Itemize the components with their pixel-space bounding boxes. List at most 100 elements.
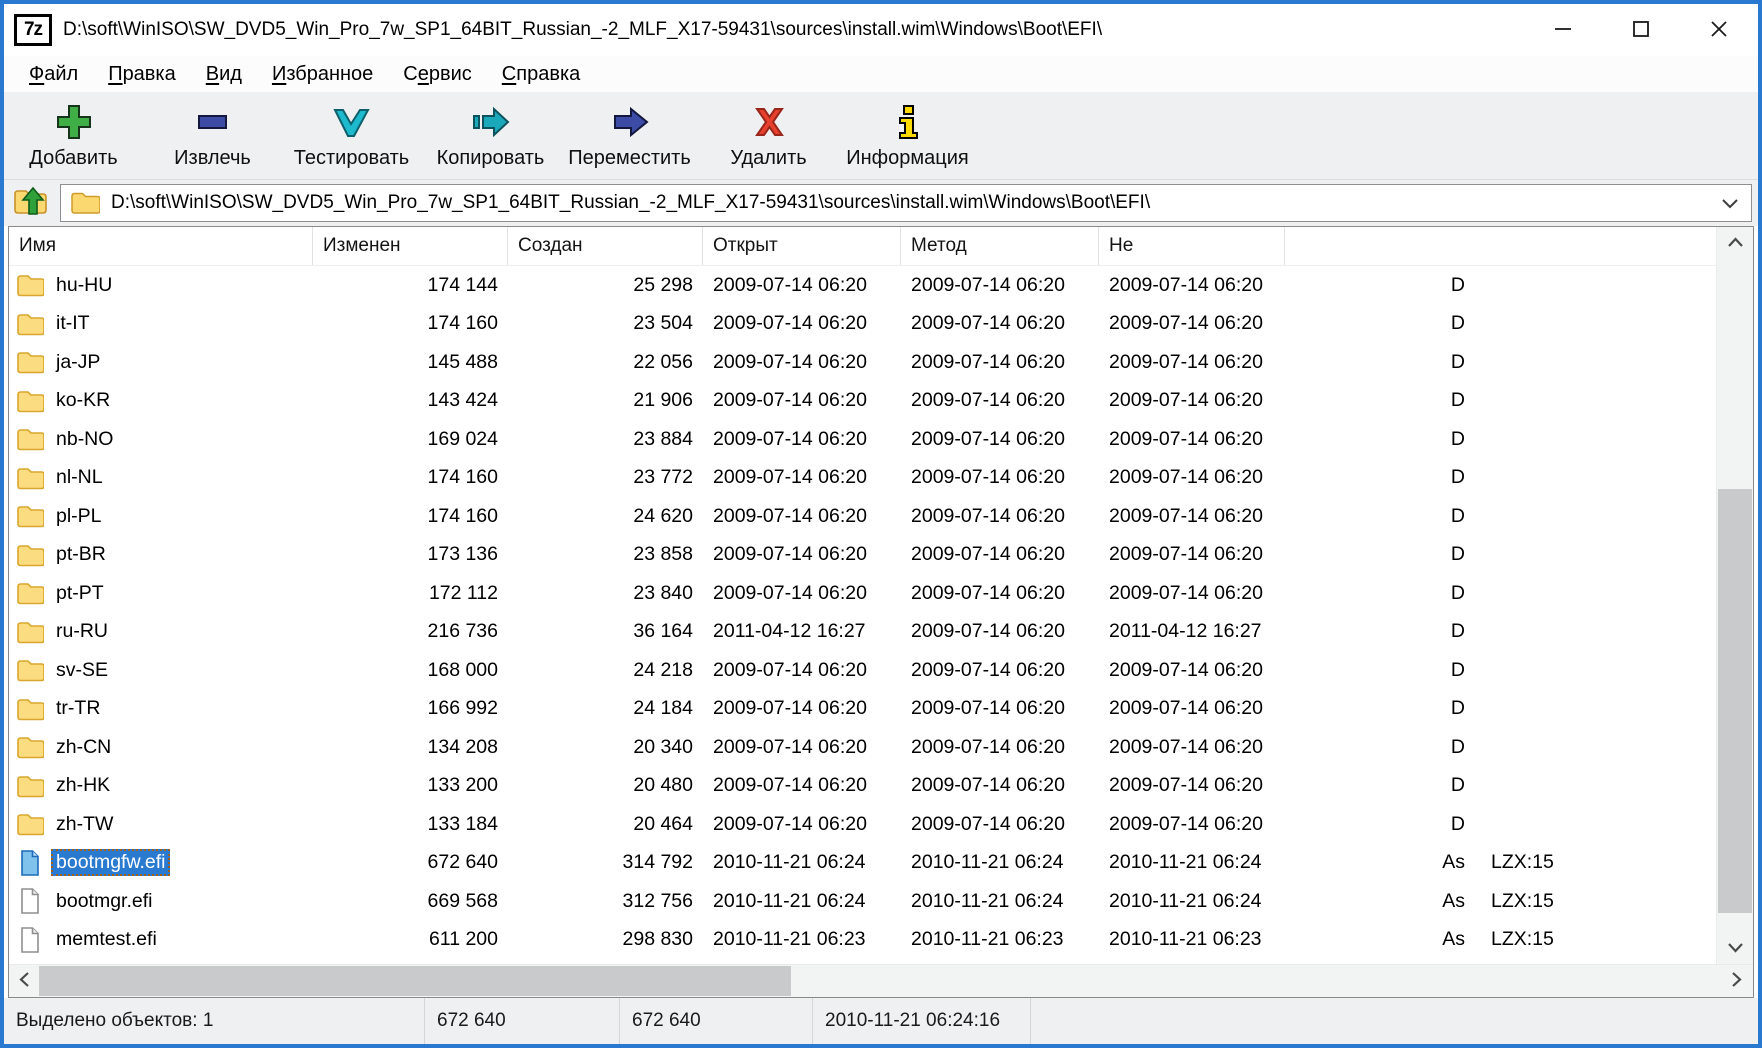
file-attributes: As [1285,844,1475,883]
status-modified-date: 2010-11-21 06:24:16 [813,998,1031,1044]
scroll-right-button[interactable] [1721,965,1751,997]
table-row[interactable]: bootmgr.efi 669 568 312 756 2010-11-21 0… [9,882,1753,921]
up-one-level-button[interactable] [4,182,60,224]
folder-icon [16,504,44,528]
menu-help[interactable]: Справка [487,63,595,86]
table-row[interactable]: sv-SE 168 000 24 218 2009-07-14 06:20 20… [9,651,1753,690]
column-header-modified[interactable]: Изменен [313,227,508,265]
move-arrow-icon [608,102,652,142]
address-combobox[interactable]: D:\soft\WinISO\SW_DVD5_Win_Pro_7w_SP1_64… [60,184,1752,222]
folder-icon [16,543,44,567]
test-button[interactable]: Тестировать [282,92,421,179]
file-attributes: D [1285,305,1475,344]
maximize-button[interactable] [1602,4,1680,56]
add-plus-icon [52,102,96,142]
file-method [1475,305,1665,344]
table-row[interactable]: tr-TR 166 992 24 184 2009-07-14 06:20 20… [9,690,1753,729]
table-row[interactable]: ko-KR 143 424 21 906 2009-07-14 06:20 20… [9,382,1753,421]
file-method [1475,767,1665,806]
column-header-truncated[interactable]: Не [1099,227,1285,265]
horizontal-scroll-thumb[interactable] [39,966,791,996]
file-name: nl-NL [51,464,108,491]
file-accessed: 2009-07-14 06:20 [1099,767,1285,806]
close-button[interactable] [1680,4,1758,56]
table-row[interactable]: it-IT 174 160 23 504 2009-07-14 06:20 20… [9,305,1753,344]
file-accessed: 2010-11-21 06:24 [1099,882,1285,921]
file-size: 174 144 [313,266,508,305]
file-compressed-size: 24 620 [508,497,703,536]
file-method [1475,536,1665,575]
folder-icon [16,658,44,682]
table-row[interactable]: pl-PL 174 160 24 620 2009-07-14 06:20 20… [9,497,1753,536]
move-button[interactable]: Переместить [560,92,699,179]
file-method [1475,613,1665,652]
vertical-scrollbar[interactable] [1716,227,1753,964]
add-button[interactable]: Добавить [4,92,143,179]
table-row[interactable]: ja-JP 145 488 22 056 2009-07-14 06:20 20… [9,343,1753,382]
file-method [1475,266,1665,305]
menu-file[interactable]: Файл [14,63,93,86]
folder-icon [16,466,44,490]
file-name: pt-PT [51,580,109,607]
scroll-left-button[interactable] [9,965,39,997]
file-attributes: D [1285,536,1475,575]
column-header-accessed[interactable]: Открыт [703,227,901,265]
address-path[interactable]: D:\soft\WinISO\SW_DVD5_Win_Pro_7w_SP1_64… [111,192,1709,214]
chevron-down-icon[interactable] [1709,198,1751,209]
menu-view[interactable]: Вид [191,63,257,86]
chevron-right-icon [1731,971,1742,991]
folder-icon [16,389,44,413]
file-icon [16,849,44,877]
file-compressed-size: 314 792 [508,844,703,883]
file-attributes: D [1285,497,1475,536]
file-method [1475,805,1665,844]
folder-icon [16,581,44,605]
table-row[interactable]: memtest.efi 611 200 298 830 2010-11-21 0… [9,921,1753,960]
column-header-name[interactable]: Имя [9,227,313,265]
folder-icon [16,812,44,836]
copy-button[interactable]: Копировать [421,92,560,179]
folder-icon [70,190,100,216]
table-row[interactable]: zh-HK 133 200 20 480 2009-07-14 06:20 20… [9,767,1753,806]
file-size: 672 640 [313,844,508,883]
file-method: LZX:15 [1475,844,1665,883]
table-row[interactable]: zh-TW 133 184 20 464 2009-07-14 06:20 20… [9,805,1753,844]
scroll-down-button[interactable] [1717,932,1753,964]
file-compressed-size: 20 464 [508,805,703,844]
table-row[interactable]: nl-NL 174 160 23 772 2009-07-14 06:20 20… [9,459,1753,498]
file-method: LZX:15 [1475,882,1665,921]
table-row[interactable]: zh-CN 134 208 20 340 2009-07-14 06:20 20… [9,728,1753,767]
file-name: zh-CN [51,734,116,761]
status-size: 672 640 [425,998,620,1044]
scroll-up-button[interactable] [1717,227,1753,259]
table-row[interactable]: ru-RU 216 736 36 164 2011-04-12 16:27 20… [9,613,1753,652]
delete-button[interactable]: Удалить [699,92,838,179]
column-header-created[interactable]: Создан [508,227,703,265]
column-header-method[interactable]: Метод [901,227,1099,265]
menu-edit[interactable]: Правка [93,63,191,86]
file-name: pl-PL [51,503,107,530]
file-method [1475,497,1665,536]
file-compressed-size: 36 164 [508,613,703,652]
table-row[interactable]: nb-NO 169 024 23 884 2009-07-14 06:20 20… [9,420,1753,459]
minimize-button[interactable] [1524,4,1602,56]
table-row[interactable]: hu-HU 174 144 25 298 2009-07-14 06:20 20… [9,266,1753,305]
table-row[interactable]: pt-BR 173 136 23 858 2009-07-14 06:20 20… [9,536,1753,575]
vertical-scroll-thumb[interactable] [1718,489,1752,913]
file-created: 2009-07-14 06:20 [901,459,1099,498]
table-header: Имя Размер Сжатый Изменен Создан Открыт … [9,227,1753,265]
file-attributes: D [1285,728,1475,767]
extract-button[interactable]: Извлечь [143,92,282,179]
table-row[interactable]: bootmgfw.efi 672 640 314 792 2010-11-21 … [9,844,1753,883]
menu-favorites[interactable]: Избранное [257,63,388,86]
file-method [1475,574,1665,613]
file-compressed-size: 20 480 [508,767,703,806]
horizontal-scrollbar[interactable] [9,964,1753,997]
table-row[interactable]: pt-PT 172 112 23 840 2009-07-14 06:20 20… [9,574,1753,613]
file-attributes: D [1285,382,1475,421]
status-selected-count: Выделено объектов: 1 [4,998,425,1044]
info-button[interactable]: Информация [838,92,977,179]
menu-tools[interactable]: Сервис [388,63,487,86]
file-attributes: As [1285,882,1475,921]
file-size: 145 488 [313,343,508,382]
